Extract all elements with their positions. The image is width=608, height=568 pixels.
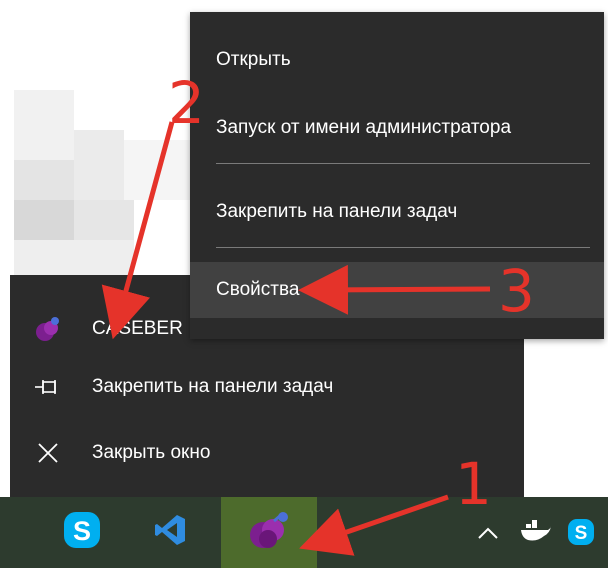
jump-list-pin-label: Закрепить на панели задач xyxy=(92,376,334,397)
close-icon xyxy=(32,437,64,469)
svg-text:S: S xyxy=(73,516,91,546)
blurred-background xyxy=(14,40,190,275)
caseberry-icon xyxy=(32,313,64,345)
menu-item-open[interactable]: Открыть xyxy=(190,32,604,88)
menu-item-label: Свойства xyxy=(216,279,300,300)
jump-list-close-label: Закрыть окно xyxy=(92,442,211,463)
jump-list-close-item[interactable]: Закрыть окно xyxy=(10,425,524,481)
menu-item-properties[interactable]: Свойства xyxy=(190,262,604,318)
annotation-number-3: 3 xyxy=(498,257,535,325)
annotation-number-1: 1 xyxy=(455,450,492,518)
jump-list-app-title: CASEBER xyxy=(92,318,183,339)
annotation-number-2: 2 xyxy=(168,69,205,137)
caseberry-icon xyxy=(246,509,292,556)
skype-icon: S xyxy=(63,511,101,554)
taskbar-skype-button[interactable]: S xyxy=(42,497,122,568)
menu-item-run-as-admin[interactable]: Запуск от имени администратора xyxy=(190,100,604,156)
menu-separator xyxy=(216,163,590,164)
taskbar-vscode-button[interactable] xyxy=(130,497,210,568)
skype-tray-icon[interactable]: S xyxy=(566,517,596,547)
menu-item-label: Запуск от имени администратора xyxy=(216,117,512,138)
menu-item-pin-taskbar[interactable]: Закрепить на панели задач xyxy=(190,184,604,240)
svg-text:S: S xyxy=(575,523,588,544)
chevron-up-icon[interactable] xyxy=(474,521,502,545)
menu-separator xyxy=(216,247,590,248)
pin-icon xyxy=(32,371,64,403)
taskbar-caseberry-button[interactable] xyxy=(221,497,317,568)
menu-item-label: Открыть xyxy=(216,49,291,70)
jump-list-pin-item[interactable]: Закрепить на панели задач xyxy=(10,359,524,415)
vscode-icon xyxy=(153,513,187,552)
docker-icon[interactable] xyxy=(520,519,552,545)
menu-item-label: Закрепить на панели задач xyxy=(216,201,458,222)
taskbar: S S xyxy=(0,497,608,568)
context-menu: Открыть Запуск от имени администратора З… xyxy=(190,12,604,339)
